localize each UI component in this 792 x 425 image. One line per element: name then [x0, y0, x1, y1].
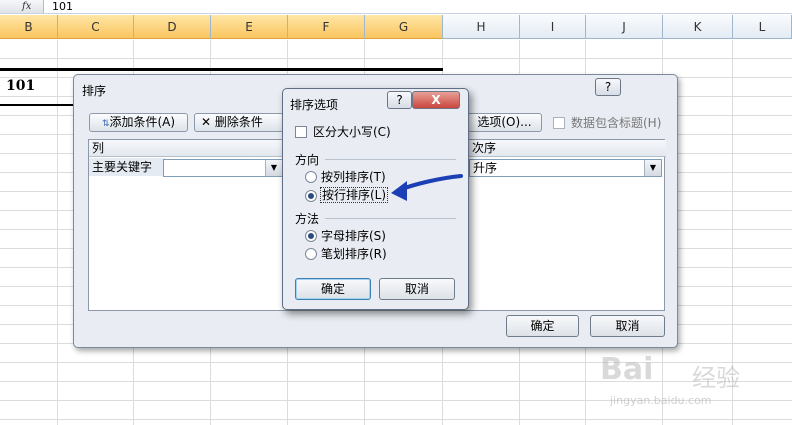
close-button[interactable]: X [412, 91, 460, 109]
column-header-row: B C D E F G H I J K L [0, 15, 792, 39]
fx-icon[interactable]: fx [0, 0, 44, 13]
add-condition-label: 添加条件(A) [109, 115, 176, 129]
group-divider [325, 159, 456, 160]
chevron-down-icon[interactable]: ▼ [265, 160, 282, 176]
column-header-c[interactable]: C [58, 15, 134, 39]
column-header-j[interactable]: J [586, 15, 663, 39]
column-header-g[interactable]: G [365, 15, 443, 39]
chevron-down-icon[interactable]: ▼ [644, 160, 661, 176]
stroke-radio[interactable] [305, 248, 317, 260]
dialog-title: 排序选项 [290, 98, 339, 112]
alphabetic-radio[interactable] [305, 230, 317, 242]
by-row-label: 按行排序(L) [320, 187, 389, 203]
grid-line [57, 40, 58, 425]
cancel-button[interactable]: 取消 [590, 315, 665, 337]
header-checkbox[interactable] [553, 117, 565, 129]
stroke-label: 笔划排序(R) [321, 247, 387, 261]
column-list-header: 列 [89, 140, 289, 157]
help-button[interactable]: ? [387, 91, 412, 109]
by-column-radio[interactable] [305, 171, 317, 183]
method-group-label: 方法 [295, 212, 320, 226]
column-header-e[interactable]: E [211, 15, 288, 39]
formula-input[interactable]: 101 [52, 0, 73, 13]
watermark-url: jingyan.baidu.com [610, 394, 712, 407]
column-header-k[interactable]: K [663, 15, 733, 39]
close-icon: ✕ [201, 115, 212, 129]
group-divider [325, 218, 456, 219]
watermark-brand: Bai [600, 352, 654, 387]
column-header-d[interactable]: D [134, 15, 211, 39]
order-list-header: 次序 [469, 140, 666, 157]
primary-key-select[interactable]: ▼ [163, 159, 283, 177]
column-header-l[interactable]: L [733, 15, 792, 39]
watermark-suffix: 经验 [692, 364, 740, 392]
cancel-button[interactable]: 取消 [379, 278, 455, 300]
order-select[interactable]: 升序 ▼ [469, 159, 662, 177]
ok-button[interactable]: 确定 [295, 278, 371, 300]
alphabetic-label: 字母排序(S) [321, 229, 386, 243]
order-value: 升序 [473, 161, 498, 175]
add-condition-button[interactable]: ⇅添加条件(A) [89, 113, 188, 132]
selection-border [0, 104, 77, 106]
column-header-h[interactable]: H [443, 15, 520, 39]
by-column-label: 按列排序(T) [321, 170, 386, 184]
selection-border [0, 68, 443, 71]
options-button[interactable]: 选项(O)... [467, 113, 542, 132]
header-checkbox-label: 数据包含标题(H) [571, 116, 662, 130]
by-row-radio[interactable] [305, 190, 317, 202]
help-button[interactable]: ? [595, 78, 621, 96]
delete-condition-label: 删除条件 [214, 115, 263, 129]
cell-b-value[interactable]: 101 [6, 78, 35, 94]
baidu-watermark: Bai 经验 jingyan.baidu.com [600, 352, 780, 412]
column-header-f[interactable]: F [288, 15, 365, 39]
annotation-arrow [391, 174, 463, 201]
ok-button[interactable]: 确定 [506, 315, 579, 337]
primary-key-label: 主要关键字 [89, 158, 165, 176]
direction-group-label: 方向 [295, 153, 320, 167]
column-header-i[interactable]: I [520, 15, 586, 39]
column-header-b[interactable]: B [0, 15, 58, 39]
formula-bar: fx 101 [0, 0, 792, 14]
case-sensitive-checkbox[interactable] [295, 126, 307, 138]
delete-condition-button[interactable]: ✕ 删除条件 [194, 113, 284, 132]
case-sensitive-label: 区分大小写(C) [313, 125, 391, 139]
dialog-title: 排序 [82, 84, 107, 98]
